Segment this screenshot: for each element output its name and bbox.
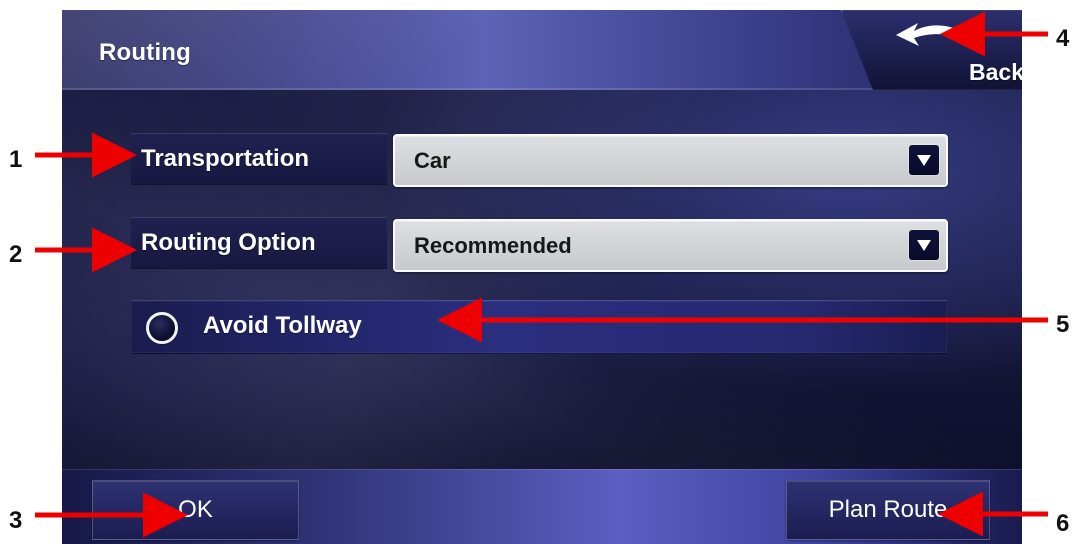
back-label: Back xyxy=(969,59,1022,85)
avoid-tollway-label: Avoid Tollway xyxy=(203,312,362,339)
callout-number: 2 xyxy=(9,241,23,268)
callout-number: 5 xyxy=(1056,311,1070,338)
ok-button[interactable]: OK xyxy=(92,480,299,540)
transportation-label: Transportation xyxy=(131,133,387,185)
ok-button-label: OK xyxy=(178,496,213,523)
back-arrow-icon xyxy=(896,23,961,46)
transportation-dropdown[interactable]: Car xyxy=(393,134,948,187)
page-title: Routing xyxy=(99,39,192,66)
chevron-down-icon[interactable] xyxy=(909,230,939,260)
plan-route-button-label: Plan Route xyxy=(828,496,948,523)
callout-number: 6 xyxy=(1056,510,1070,537)
callout-number: 3 xyxy=(9,507,23,534)
callout-number: 1 xyxy=(9,146,23,173)
avoid-tollway-toggle[interactable]: Avoid Tollway xyxy=(131,300,947,354)
radio-button-icon[interactable] xyxy=(146,312,178,344)
routing-screen: Routing Back Transportation Car Routing … xyxy=(62,10,1022,544)
transportation-value: Car xyxy=(414,147,451,173)
callout-number: 4 xyxy=(1056,25,1070,52)
manual-annotation-page: Routing Back Transportation Car Routing … xyxy=(0,0,1077,544)
routing-option-dropdown[interactable]: Recommended xyxy=(393,219,948,272)
plan-route-button[interactable]: Plan Route xyxy=(786,480,990,540)
routing-option-label: Routing Option xyxy=(131,217,387,269)
routing-option-value: Recommended xyxy=(414,232,572,258)
chevron-down-icon[interactable] xyxy=(909,145,939,175)
